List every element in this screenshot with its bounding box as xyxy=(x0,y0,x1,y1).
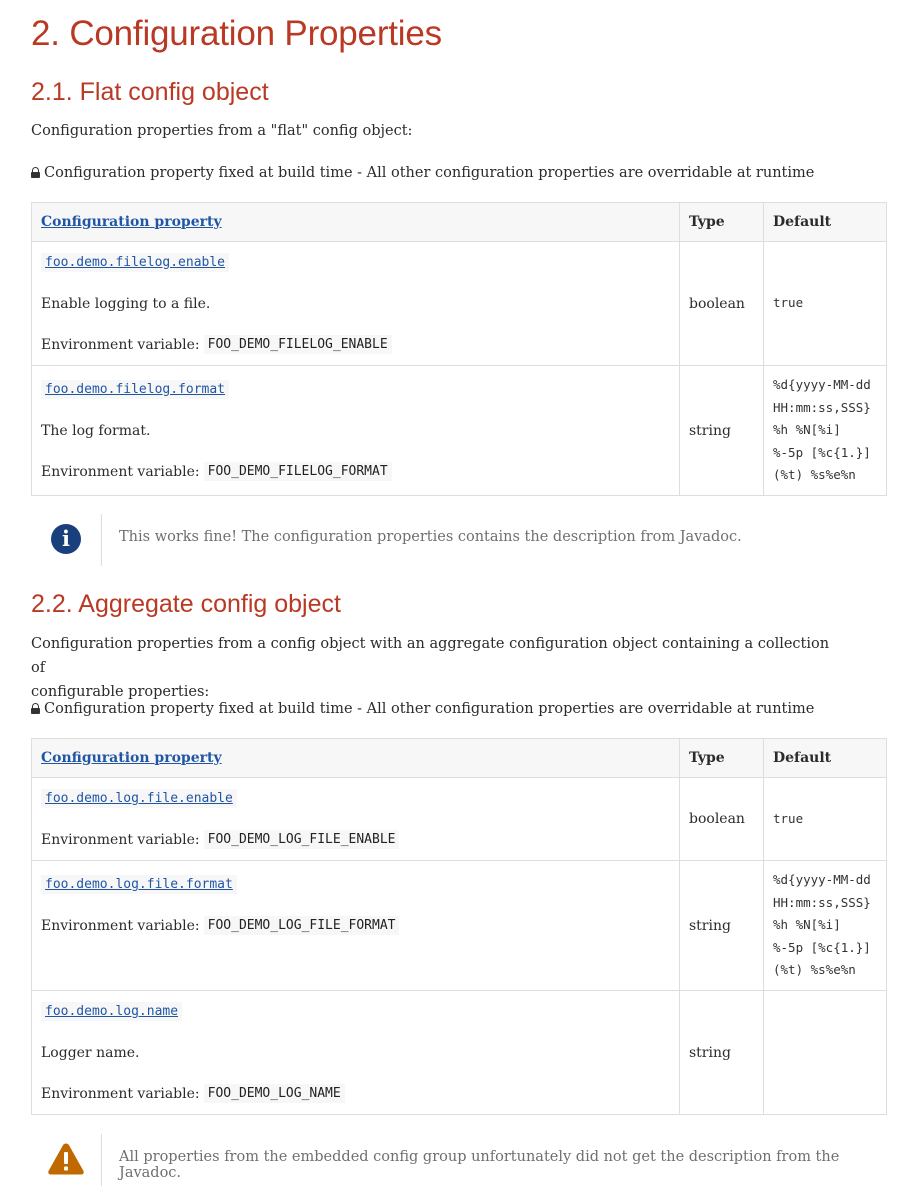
default-value-line: (%t) %s%e%n xyxy=(773,962,856,978)
default-value-line: %-5p [%c{1.}] xyxy=(773,939,871,955)
section-heading-flat: 2.1. Flat config object xyxy=(31,78,269,106)
header-config-property-link[interactable]: Configuration property xyxy=(41,750,222,766)
section-heading-aggregate: 2.2. Aggregate config object xyxy=(31,590,341,618)
property-cell: foo.demo.filelog.enable Enable logging t… xyxy=(31,241,680,366)
table-header-row: Configuration property Type Default xyxy=(31,202,887,242)
header-type: Type xyxy=(679,202,764,242)
type-cell: boolean xyxy=(679,241,764,366)
info-icon: i xyxy=(51,524,81,554)
property-link[interactable]: foo.demo.log.file.format xyxy=(41,875,237,894)
property-cell: foo.demo.filelog.format The log format. … xyxy=(31,365,680,496)
header-config-property-link[interactable]: Configuration property xyxy=(41,214,222,230)
warning-admonition: All properties from the embedded config … xyxy=(31,1134,887,1186)
default-value-line: %-5p [%c{1.}] xyxy=(773,444,871,460)
config-table-flat: Configuration property Type Default foo.… xyxy=(31,202,887,496)
header-type: Type xyxy=(679,738,764,778)
lock-icon xyxy=(31,703,40,714)
section-intro-flat: Configuration properties from a "flat" c… xyxy=(31,123,413,139)
build-time-legend: Configuration property fixed at build ti… xyxy=(31,697,831,721)
default-value-line: %d{yyyy-MM-dd xyxy=(773,377,871,393)
section-intro-aggregate: Configuration properties from a config o… xyxy=(31,632,831,704)
lock-icon xyxy=(31,167,40,178)
property-description: Enable logging to a file. xyxy=(41,295,211,312)
env-label: Environment variable: xyxy=(41,336,200,353)
default-value-line: HH:mm:ss,SSS} xyxy=(773,894,871,910)
table-row: foo.demo.filelog.enable Enable logging t… xyxy=(31,241,887,366)
build-time-legend: Configuration property fixed at build ti… xyxy=(31,161,831,185)
property-link[interactable]: foo.demo.filelog.enable xyxy=(41,253,230,272)
table-row: foo.demo.log.file.format Environment var… xyxy=(31,860,887,991)
default-value: true xyxy=(773,810,804,826)
type-cell: string xyxy=(679,860,764,991)
page: 2. Configuration Properties 2.1. Flat co… xyxy=(0,0,914,1203)
default-value-line: %d{yyyy-MM-dd xyxy=(773,872,871,888)
env-label: Environment variable: xyxy=(41,463,200,480)
header-default: Default xyxy=(763,738,887,778)
property-link[interactable]: foo.demo.log.name xyxy=(41,1002,183,1021)
property-cell: foo.demo.log.name Logger name. Environme… xyxy=(31,990,680,1115)
default-cell: true xyxy=(763,777,887,861)
default-value-line: %h %N[%i] xyxy=(773,422,841,438)
default-cell: %d{yyyy-MM-dd HH:mm:ss,SSS} %h %N[%i] %-… xyxy=(763,365,887,496)
intro-line: Configuration properties from a config o… xyxy=(31,636,830,676)
warning-icon xyxy=(48,1143,84,1175)
page-title: 2. Configuration Properties xyxy=(31,14,442,53)
legend-text: Configuration property fixed at build ti… xyxy=(44,165,815,181)
env-variable: FOO_DEMO_FILELOG_FORMAT xyxy=(203,462,392,481)
default-value-line: HH:mm:ss,SSS} xyxy=(773,399,871,415)
property-cell: foo.demo.log.file.format Environment var… xyxy=(31,860,680,991)
default-value-line: (%t) %s%e%n xyxy=(773,467,856,483)
config-table-aggregate: Configuration property Type Default foo.… xyxy=(31,738,887,1115)
env-variable: FOO_DEMO_LOG_FILE_FORMAT xyxy=(203,916,400,935)
legend-text: Configuration property fixed at build ti… xyxy=(44,701,815,717)
table-header-row: Configuration property Type Default xyxy=(31,738,887,778)
header-config-property[interactable]: Configuration property xyxy=(31,202,680,242)
header-config-property[interactable]: Configuration property xyxy=(31,738,680,778)
type-cell: string xyxy=(679,365,764,496)
default-cell xyxy=(763,990,887,1115)
type-cell: boolean xyxy=(679,777,764,861)
env-variable: FOO_DEMO_FILELOG_ENABLE xyxy=(203,335,392,354)
default-value: true xyxy=(773,295,804,311)
header-default: Default xyxy=(763,202,887,242)
info-note-text: This works fine! The configuration prope… xyxy=(119,529,742,545)
property-description: The log format. xyxy=(41,422,151,439)
table-row: foo.demo.filelog.format The log format. … xyxy=(31,365,887,496)
warning-note-text: All properties from the embedded config … xyxy=(119,1149,840,1181)
env-label: Environment variable: xyxy=(41,1085,200,1102)
env-variable: FOO_DEMO_LOG_NAME xyxy=(203,1084,345,1103)
env-label: Environment variable: xyxy=(41,831,200,848)
type-cell: string xyxy=(679,990,764,1115)
table-row: foo.demo.log.file.enable Environment var… xyxy=(31,777,887,861)
property-link[interactable]: foo.demo.log.file.enable xyxy=(41,789,237,808)
env-variable: FOO_DEMO_LOG_FILE_ENABLE xyxy=(203,830,400,849)
property-cell: foo.demo.log.file.enable Environment var… xyxy=(31,777,680,861)
default-cell: %d{yyyy-MM-dd HH:mm:ss,SSS} %h %N[%i] %-… xyxy=(763,860,887,991)
default-value-line: %h %N[%i] xyxy=(773,917,841,933)
table-row: foo.demo.log.name Logger name. Environme… xyxy=(31,990,887,1115)
info-admonition: i This works fine! The configuration pro… xyxy=(31,514,887,566)
property-description: Logger name. xyxy=(41,1044,140,1061)
env-label: Environment variable: xyxy=(41,917,200,934)
default-cell: true xyxy=(763,241,887,366)
property-link[interactable]: foo.demo.filelog.format xyxy=(41,380,230,399)
